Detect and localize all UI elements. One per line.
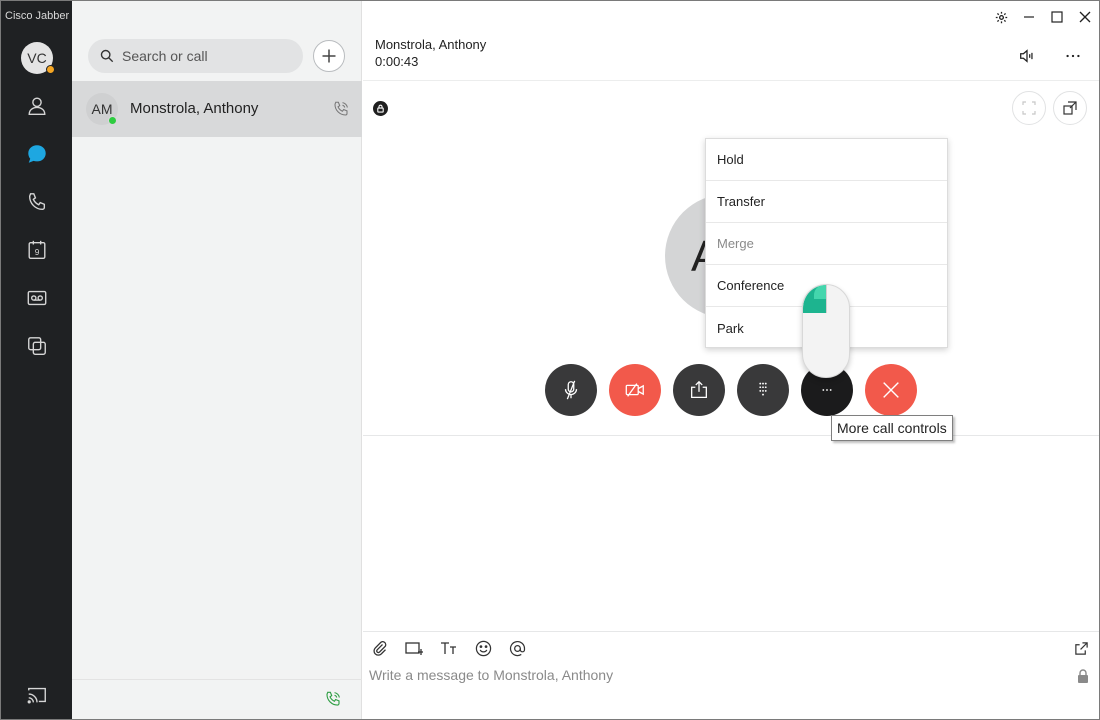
search-icon bbox=[100, 49, 114, 63]
contacts-panel: AM Monstrola, Anthony bbox=[72, 1, 362, 719]
search-box[interactable] bbox=[88, 39, 303, 73]
screen-capture-icon bbox=[405, 642, 423, 655]
user-initials: VC bbox=[27, 50, 47, 66]
text-format-icon bbox=[441, 642, 456, 654]
call-status-phone-icon[interactable] bbox=[324, 690, 342, 708]
share-icon bbox=[691, 380, 707, 398]
at-mention-icon bbox=[509, 640, 525, 656]
more-horizontal-icon bbox=[1066, 54, 1080, 58]
call-contact-name: Monstrola, Anthony bbox=[375, 37, 487, 52]
custom-tabs[interactable] bbox=[23, 332, 51, 360]
close-icon bbox=[883, 382, 899, 398]
overlap-squares-icon bbox=[28, 337, 46, 355]
popout-icon bbox=[1063, 101, 1077, 115]
call-duration: 0:00:43 bbox=[375, 54, 419, 69]
contact-name: Monstrola, Anthony bbox=[130, 100, 259, 117]
mic-muted-icon bbox=[564, 380, 578, 400]
call-stage: A Hold Transfer Merge bbox=[363, 80, 1099, 441]
jabber-window: Cisco Jabber VC 9 Search or call AM Mons… bbox=[0, 0, 1100, 720]
speaker-volume-button[interactable] bbox=[1017, 46, 1037, 66]
calls-tab[interactable] bbox=[23, 188, 51, 216]
mention-button[interactable] bbox=[508, 639, 526, 657]
voicemail-tab[interactable] bbox=[23, 284, 51, 312]
call-window: Monstrola, Anthony 0:00:43 A bbox=[363, 1, 1099, 719]
minimize-button[interactable] bbox=[1021, 9, 1037, 25]
attach-file-button[interactable] bbox=[371, 639, 389, 657]
chat-bubble-icon bbox=[28, 145, 46, 163]
menu-item-merge: Merge bbox=[706, 223, 947, 265]
mute-button[interactable] bbox=[545, 364, 597, 416]
maximize-icon bbox=[1051, 11, 1063, 23]
more-dots-icon bbox=[822, 389, 832, 391]
active-call-icon bbox=[334, 101, 348, 116]
settings-button[interactable] bbox=[993, 9, 1009, 25]
presence-indicator bbox=[46, 65, 55, 74]
encrypted-lock-icon bbox=[373, 101, 388, 116]
close-icon bbox=[1079, 11, 1091, 23]
paperclip-icon bbox=[373, 641, 387, 656]
mouse-click-indicator bbox=[802, 284, 850, 378]
keypad-button[interactable] bbox=[737, 364, 789, 416]
speaker-icon bbox=[1020, 49, 1033, 63]
end-call-button[interactable] bbox=[865, 364, 917, 416]
screen-capture-button[interactable] bbox=[405, 639, 423, 657]
minimize-icon bbox=[1024, 16, 1034, 18]
emoji-icon bbox=[475, 640, 491, 656]
video-off-icon bbox=[625, 383, 644, 397]
popout-button[interactable] bbox=[1053, 91, 1087, 125]
left-rail: Cisco Jabber VC 9 bbox=[1, 1, 72, 719]
cast-icon bbox=[27, 687, 46, 704]
phone-icon bbox=[28, 193, 46, 211]
user-avatar[interactable]: VC bbox=[21, 42, 55, 74]
popout-chat-button[interactable] bbox=[1072, 639, 1090, 657]
calendar-icon: 9 bbox=[28, 240, 46, 259]
lock-icon bbox=[1078, 669, 1088, 683]
screen-cast-button[interactable] bbox=[23, 681, 51, 709]
voicemail-icon bbox=[27, 290, 47, 306]
contact-initials: AM bbox=[91, 101, 113, 117]
person-icon bbox=[28, 97, 46, 115]
fullscreen-icon bbox=[1022, 101, 1036, 115]
keypad-icon bbox=[759, 382, 767, 396]
presence-indicator bbox=[108, 116, 117, 125]
app-title: Cisco Jabber bbox=[5, 10, 70, 22]
gear-icon bbox=[995, 11, 1007, 23]
add-button[interactable] bbox=[313, 40, 345, 72]
video-button[interactable] bbox=[609, 364, 661, 416]
search-input[interactable] bbox=[122, 48, 292, 64]
close-window-button[interactable] bbox=[1077, 9, 1093, 25]
menu-item-hold[interactable]: Hold bbox=[706, 139, 947, 181]
meetings-tab[interactable]: 9 bbox=[23, 236, 51, 264]
contact-row[interactable]: AM Monstrola, Anthony bbox=[72, 81, 362, 137]
more-options-button[interactable] bbox=[1063, 46, 1083, 66]
contact-avatar: AM bbox=[86, 93, 118, 125]
fullscreen-button[interactable] bbox=[1012, 91, 1046, 125]
tooltip: More call controls bbox=[831, 415, 953, 441]
maximize-button[interactable] bbox=[1049, 9, 1065, 25]
menu-item-transfer[interactable]: Transfer bbox=[706, 181, 947, 223]
chats-tab[interactable] bbox=[23, 140, 51, 168]
svg-text:9: 9 bbox=[35, 248, 40, 257]
contacts-tab[interactable] bbox=[23, 92, 51, 120]
share-button[interactable] bbox=[673, 364, 725, 416]
composer-toolbar bbox=[363, 631, 1099, 661]
text-format-button[interactable] bbox=[440, 639, 458, 657]
external-window-icon bbox=[1074, 641, 1088, 655]
panel-footer bbox=[72, 679, 362, 719]
message-input[interactable] bbox=[369, 663, 1059, 687]
emoji-button[interactable] bbox=[474, 639, 492, 657]
plus-icon bbox=[322, 49, 336, 63]
